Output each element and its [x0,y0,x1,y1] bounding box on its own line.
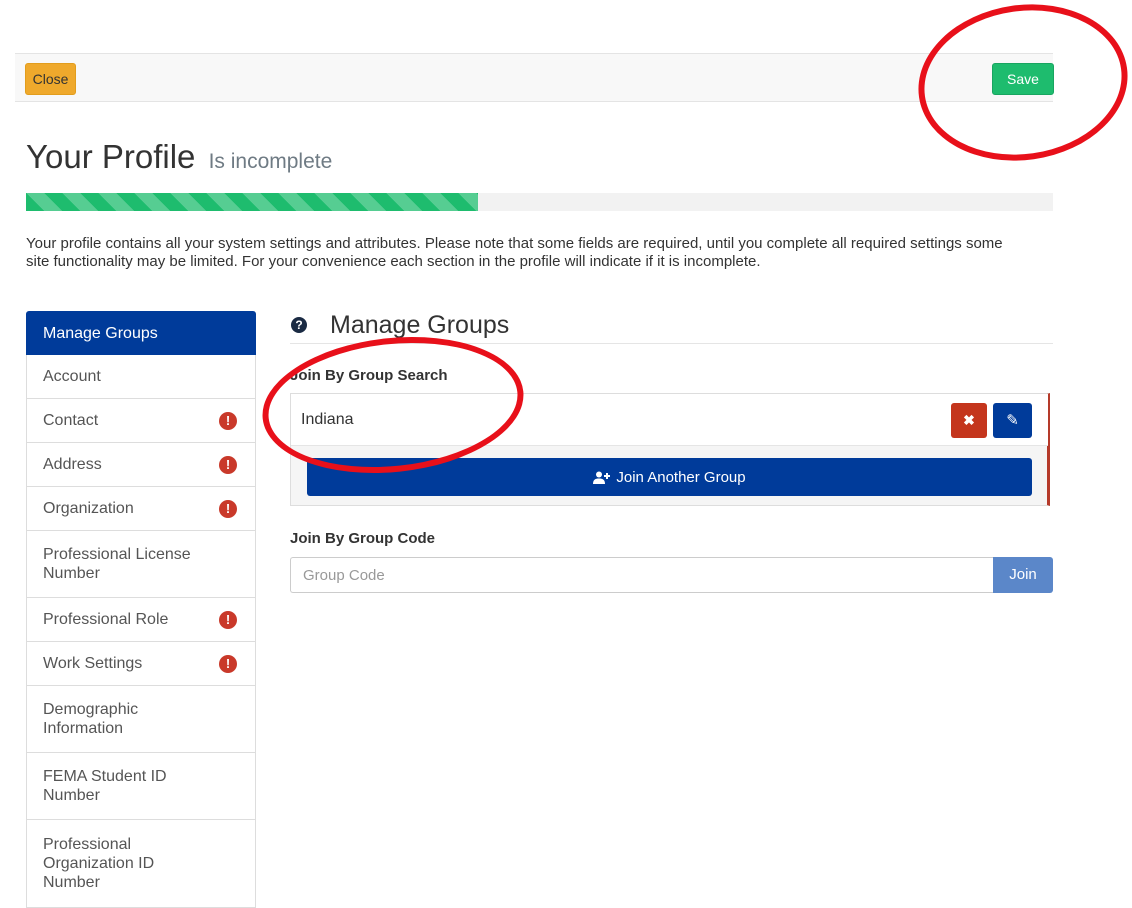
sidebar-item-label: Account [43,368,101,385]
profile-sections-nav: Manage Groups Account Contact! Address! Orga… [26,311,256,908]
group-code-input[interactable] [290,557,993,593]
sidebar-item[interactable]: Account [26,355,256,399]
top-toolbar: Close Save [15,53,1054,102]
intro-text: Your profile contains all your system se… [26,235,1003,270]
joined-group-row: Indiana ✖ ✎ [291,394,1048,446]
join-another-group-label: Join Another Group [616,468,746,486]
remove-group-button[interactable]: ✖ [951,403,987,438]
warning-icon: ! [219,654,237,673]
sidebar-item-label: Professional Role [43,611,169,628]
sidebar-item-label: Professional Organization ID Number [43,836,155,891]
sidebar-item[interactable]: Address! [26,443,256,487]
sidebar-item-label: Organization [43,500,134,517]
user-plus-icon [593,471,611,484]
warning-icon: ! [219,610,237,629]
warning-icon: ! [219,455,237,474]
save-button[interactable]: Save [992,63,1054,95]
sidebar-item[interactable]: Professional Role! [26,598,256,642]
sidebar-item[interactable]: Contact! [26,399,256,443]
warning-icon: ! [219,499,237,518]
section-title: Manage Groups [330,311,510,339]
profile-status: Is incomplete [208,150,333,173]
edit-group-button[interactable]: ✎ [993,403,1032,438]
page-title-text: Your Profile [26,138,196,175]
divider [290,343,1053,344]
sidebar-item[interactable]: Professional Organization ID Number [26,820,256,908]
group-search-panel: Indiana ✖ ✎ Join Another Group [290,393,1050,506]
close-icon: ✖ [963,412,975,428]
sidebar-item-label: Address [43,456,102,473]
group-code-heading: Join By Group Code [290,530,436,547]
warning-icon: ! [219,411,237,430]
progress-fill [26,193,478,211]
group-search-heading: Join By Group Search [290,367,448,384]
sidebar-item[interactable]: Demographic Information [26,686,256,753]
sidebar-item[interactable]: Work Settings! [26,642,256,686]
sidebar-item-label: Professional License Number [43,546,191,582]
sidebar-item[interactable]: Professional License Number [26,531,256,598]
sidebar-item-label: FEMA Student ID Number [43,768,167,804]
close-button[interactable]: Close [25,63,76,95]
join-another-group-button[interactable]: Join Another Group [307,458,1032,496]
join-button[interactable]: Join [993,557,1053,593]
profile-progress [26,193,1053,211]
page-title: Your Profile Is incomplete [26,137,332,182]
sidebar-item[interactable]: FEMA Student ID Number [26,753,256,820]
sidebar-item[interactable]: Organization! [26,487,256,531]
joined-group-name: Indiana [301,411,354,428]
help-icon[interactable]: ? [291,317,307,333]
sidebar-item-label: Contact [43,412,99,429]
sidebar-item-label: Work Settings [43,655,143,672]
sidebar-item[interactable]: Manage Groups [26,311,256,355]
sidebar-item-label: Demographic Information [43,701,139,737]
pencil-icon: ✎ [1006,412,1019,429]
sidebar-item-label: Manage Groups [43,324,158,342]
